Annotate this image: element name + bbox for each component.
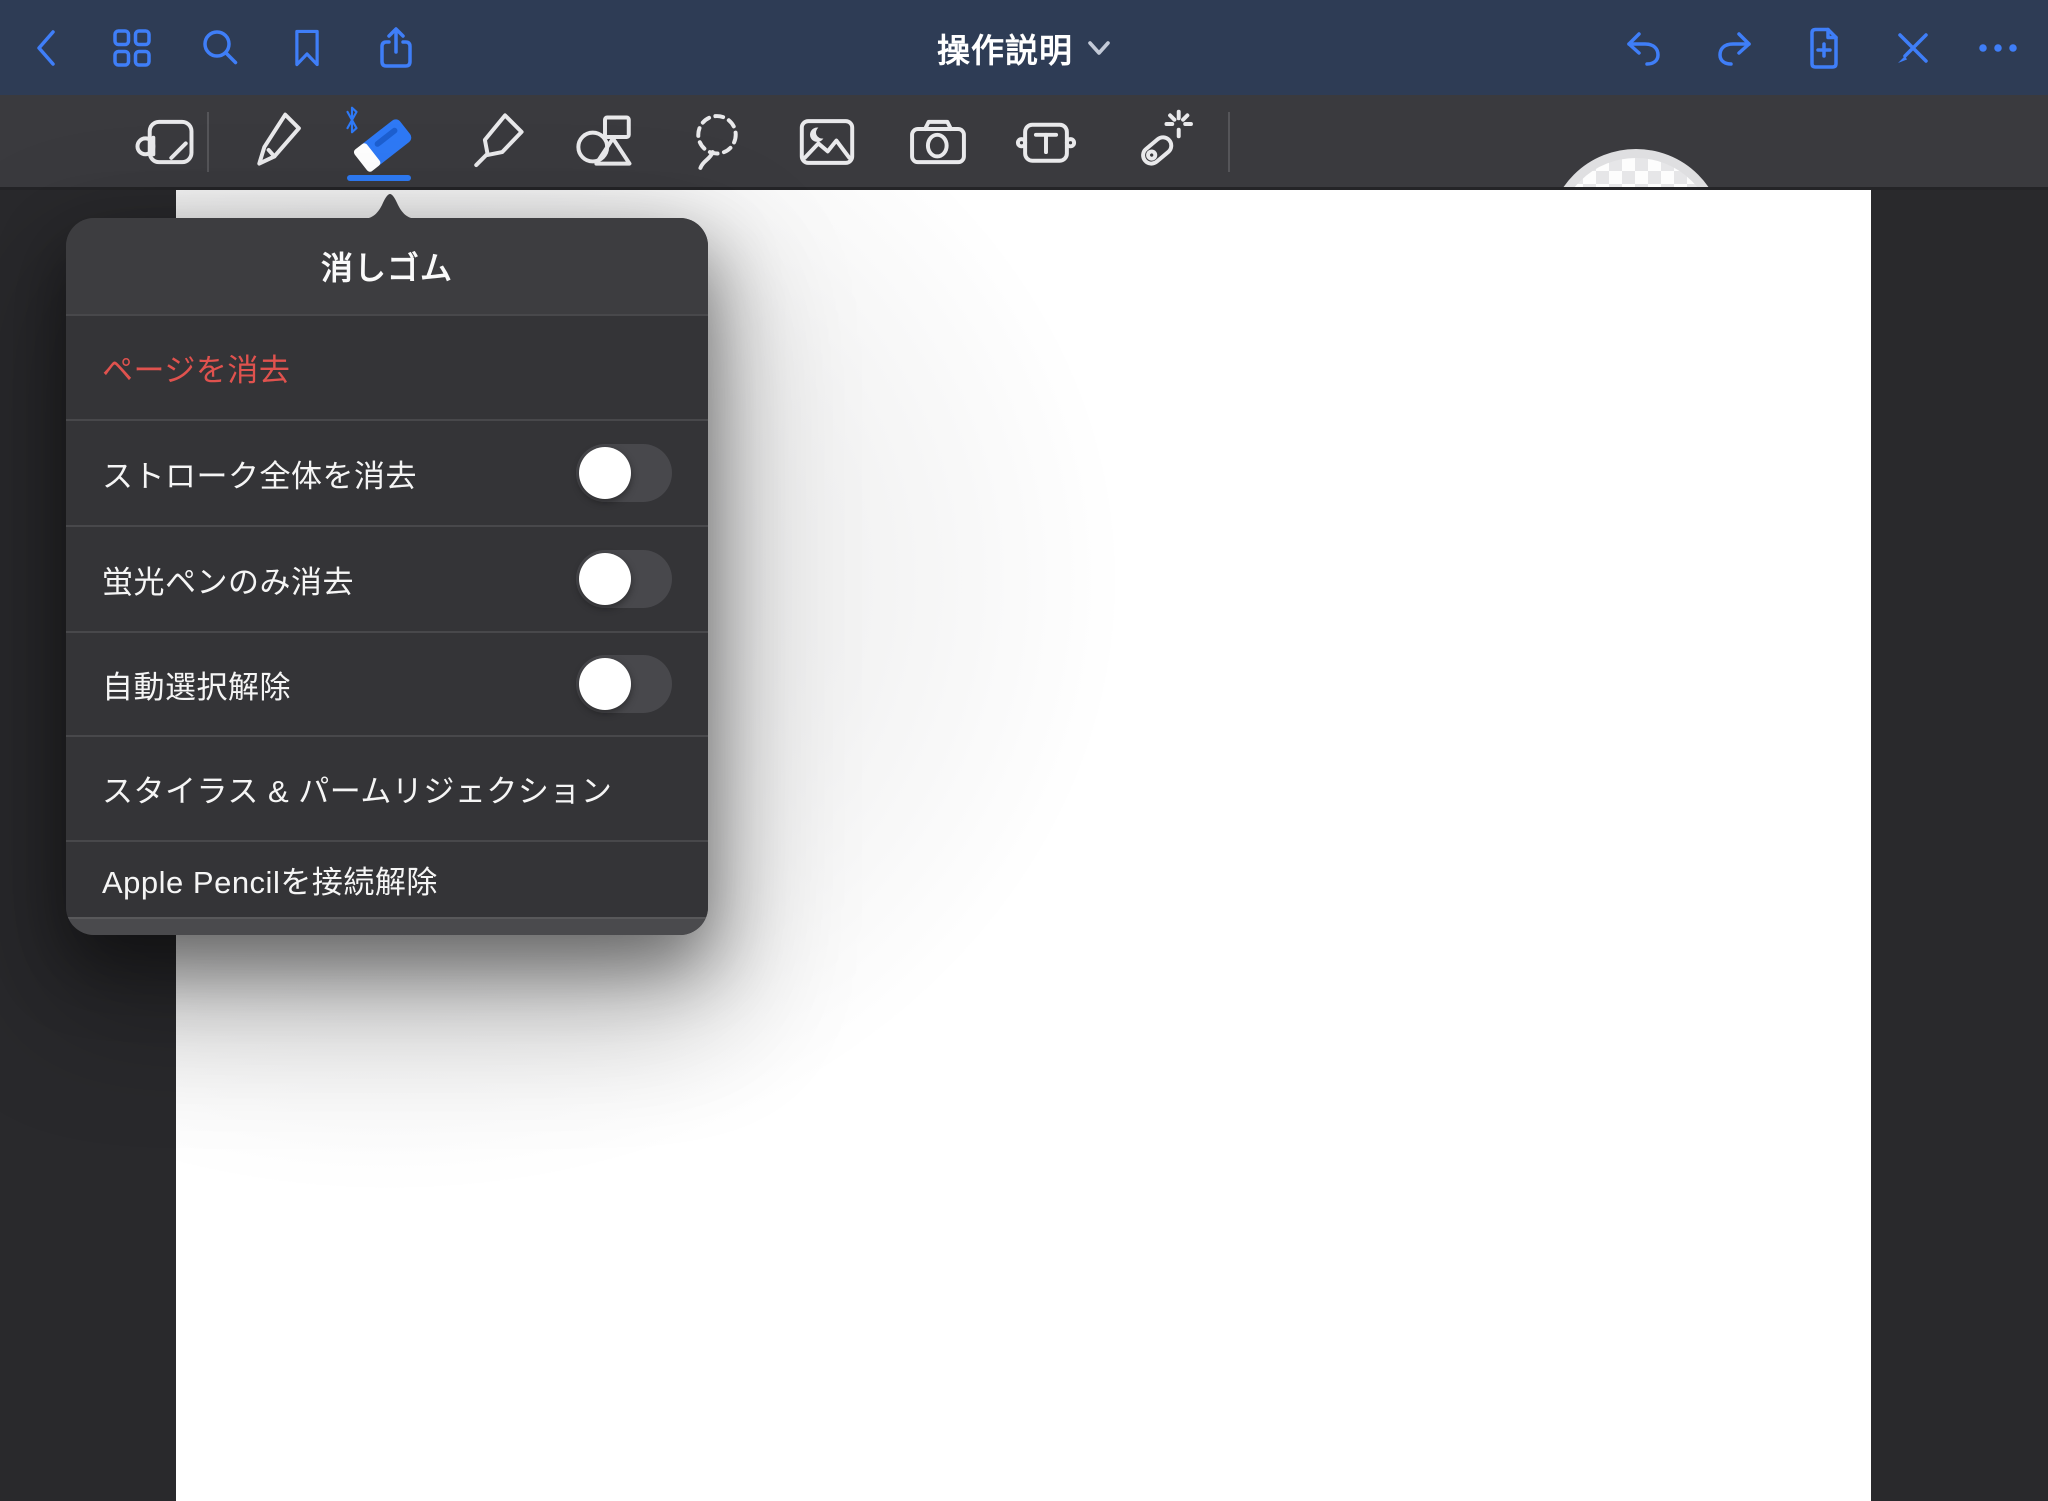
tool-laser-pointer[interactable] bbox=[1124, 106, 1196, 178]
toolbar-separator bbox=[207, 112, 209, 172]
image-icon bbox=[791, 106, 863, 178]
menu-item-auto-deselect[interactable]: 自動選択解除 bbox=[66, 631, 708, 735]
laser-pointer-icon bbox=[1124, 106, 1196, 178]
eraser-options-popover: 消しゴム ページを消去 ストローク全体を消去 蛍光ペンのみ消去 自動選択解除 ス… bbox=[66, 218, 708, 935]
add-page-icon bbox=[1798, 23, 1850, 73]
tool-pen[interactable] bbox=[242, 106, 314, 178]
tool-bar bbox=[0, 95, 2048, 190]
shapes-icon bbox=[569, 106, 641, 178]
tool-highlighter[interactable] bbox=[464, 106, 536, 178]
popover-arrow bbox=[362, 191, 418, 219]
toggle-knob bbox=[579, 447, 631, 499]
bluetooth-icon bbox=[343, 103, 361, 137]
app-root: 操作説明 bbox=[0, 0, 2048, 1501]
more-icon bbox=[1968, 23, 2028, 73]
menu-item-erase-entire-stroke[interactable]: ストローク全体を消去 bbox=[66, 419, 708, 525]
tool-text-box[interactable] bbox=[1010, 106, 1082, 178]
tool-eraser[interactable] bbox=[351, 106, 423, 178]
redo-button[interactable] bbox=[1708, 23, 1760, 73]
undo-icon bbox=[1618, 23, 1670, 73]
tool-shapes[interactable] bbox=[569, 106, 641, 178]
popover-title: 消しゴム bbox=[321, 243, 453, 289]
lasso-icon bbox=[681, 106, 753, 178]
more-button[interactable] bbox=[1968, 23, 2028, 73]
toggle-knob bbox=[579, 553, 631, 605]
undo-button[interactable] bbox=[1618, 23, 1670, 73]
pen-crossed-icon bbox=[1886, 23, 1938, 73]
tool-zoom-window[interactable] bbox=[131, 106, 203, 178]
text-box-icon bbox=[1010, 106, 1082, 178]
tool-lasso[interactable] bbox=[681, 106, 753, 178]
eraser-size-large[interactable] bbox=[1548, 149, 1724, 190]
top-navigation-bar: 操作説明 bbox=[0, 0, 2048, 95]
menu-item-erase-highlighter-only[interactable]: 蛍光ペンのみ消去 bbox=[66, 525, 708, 631]
popover-header: 消しゴム bbox=[66, 218, 708, 314]
popover-footer bbox=[66, 917, 708, 935]
toggle-knob bbox=[579, 658, 631, 710]
tool-image[interactable] bbox=[791, 106, 863, 178]
highlighter-icon bbox=[464, 106, 536, 178]
camera-icon bbox=[902, 106, 974, 178]
menu-item-erase-page[interactable]: ページを消去 bbox=[66, 314, 708, 419]
menu-item-stylus-palm-rejection[interactable]: スタイラス & パームリジェクション bbox=[66, 735, 708, 840]
menu-item-disconnect-apple-pencil[interactable]: Apple Pencilを接続解除 bbox=[66, 840, 708, 917]
canvas-gutter-right bbox=[1871, 190, 2048, 1501]
page-title: 操作説明 bbox=[937, 24, 1073, 72]
toggle-auto-deselect[interactable] bbox=[576, 655, 672, 713]
toggle-erase-entire-stroke[interactable] bbox=[576, 444, 672, 502]
selected-tool-indicator bbox=[347, 175, 411, 181]
pen-icon bbox=[242, 106, 314, 178]
eraser-icon bbox=[351, 106, 423, 178]
readonly-mode-button[interactable] bbox=[1886, 23, 1938, 73]
toolbar-separator bbox=[1228, 112, 1230, 172]
toggle-erase-highlighter-only[interactable] bbox=[576, 550, 672, 608]
redo-icon bbox=[1708, 23, 1760, 73]
tool-camera[interactable] bbox=[902, 106, 974, 178]
add-page-button[interactable] bbox=[1798, 23, 1850, 73]
chevron-down-icon bbox=[1087, 40, 1111, 56]
zoom-window-icon bbox=[131, 106, 203, 178]
